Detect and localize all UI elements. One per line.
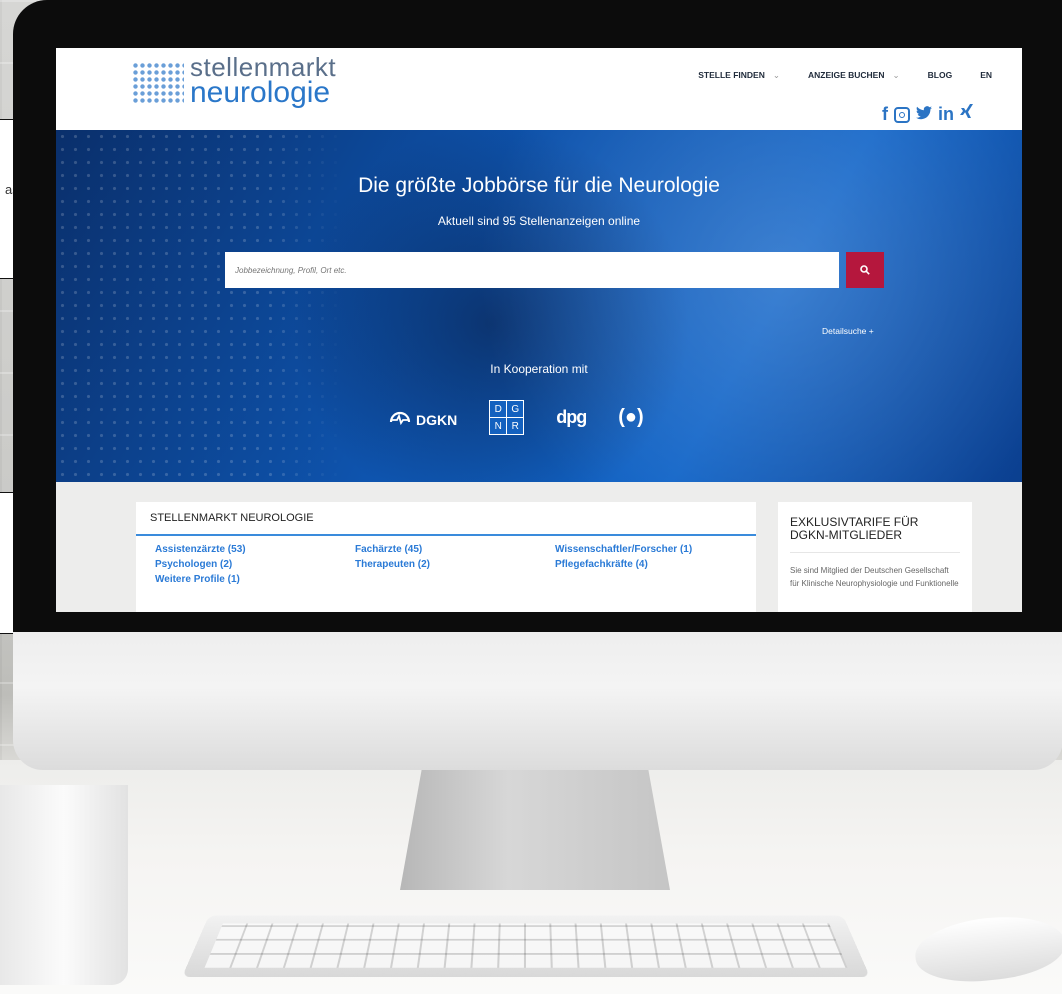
twitter-icon[interactable] [916,105,932,124]
monitor-chin [13,632,1062,770]
keyboard [181,915,871,978]
divider [790,552,960,554]
detail-search-link[interactable]: Detailsuche + [822,326,874,336]
partner-logo-dpg[interactable]: dpg [556,407,587,428]
xing-icon[interactable] [960,104,974,125]
hero-title: Die größte Jobbörse für die Neurologie [358,174,720,197]
partner-logos: DGKN D G N R dpg (●) [388,400,644,435]
hero-subtitle: Aktuell sind 95 Stellenanzeigen online [437,214,641,228]
partner-logo-dgnr[interactable]: D G N R [489,400,525,435]
nav-item-stelle-finden[interactable]: STELLE FINDEN ⌄ [698,70,780,81]
partner-logo-dgkn[interactable]: DGKN [388,408,457,428]
site-logo[interactable]: stellenmarkt neurologie [132,54,336,108]
chevron-down-icon: ⌄ [892,70,900,80]
content-area: STELLENMARKT NEUROLOGIE Assistenzärzte (… [56,482,1022,612]
partner-logo-fourth[interactable]: (●) [618,406,643,429]
dgkn-logo-icon [389,411,411,425]
member-rates-text: Sie sind Mitglied der Deutschen Gesellsc… [790,566,959,589]
nav-item-language[interactable]: EN [980,70,992,81]
job-category-link[interactable]: Fachärzte (45) [355,544,555,555]
job-category-link[interactable]: Psychologen (2) [155,559,355,570]
nav-item-blog[interactable]: BLOG [928,70,953,81]
nav-item-anzeige-buchen[interactable]: ANZEIGE BUCHEN ⌄ [808,70,900,81]
main-nav: STELLE FINDEN ⌄ ANZEIGE BUCHEN ⌄ BLOG EN [698,70,992,81]
job-categories-list: Assistenzärzte (53) Fachärzte (45) Wisse… [136,536,756,585]
member-rates-title: EXKLUSIVTARIFE FÜR DGKN-MITGLIEDER [790,515,919,543]
monitor-stand [400,770,670,890]
coffee-mug [0,785,128,985]
member-rates-panel: EXKLUSIVTARIFE FÜR DGKN-MITGLIEDER Sie s… [778,502,972,612]
cooperation-label: In Kooperation mit [490,362,588,376]
website-screen: stellenmarkt neurologie STELLE FINDEN ⌄ A… [56,48,1022,612]
job-categories-panel: STELLENMARKT NEUROLOGIE Assistenzärzte (… [136,502,756,612]
hero-banner: Die größte Jobbörse für die Neurologie A… [56,130,1022,482]
linkedin-icon[interactable]: in [938,104,954,125]
logo-text-line2: neurologie [190,76,331,109]
search-icon [860,265,870,275]
facebook-icon[interactable]: f [882,104,888,125]
job-category-link[interactable]: Pflegefachkräfte (4) [555,559,755,570]
site-header: stellenmarkt neurologie STELLE FINDEN ⌄ A… [56,48,1022,130]
search-input[interactable] [225,252,839,288]
job-category-link[interactable]: Therapeuten (2) [355,559,555,570]
search-button[interactable] [846,252,884,288]
job-category-link[interactable]: Weitere Profile (1) [155,574,355,585]
chevron-down-icon: ⌄ [772,70,780,80]
logo-dots-icon [132,62,184,104]
search-field[interactable] [225,252,839,288]
job-categories-heading: STELLENMARKT NEUROLOGIE [136,502,756,536]
job-category-link[interactable]: Wissenschaftler/Forscher (1) [555,544,755,555]
job-category-link[interactable]: Assistenzärzte (53) [155,544,355,555]
instagram-icon[interactable] [894,106,910,123]
social-links: f in [882,104,974,125]
